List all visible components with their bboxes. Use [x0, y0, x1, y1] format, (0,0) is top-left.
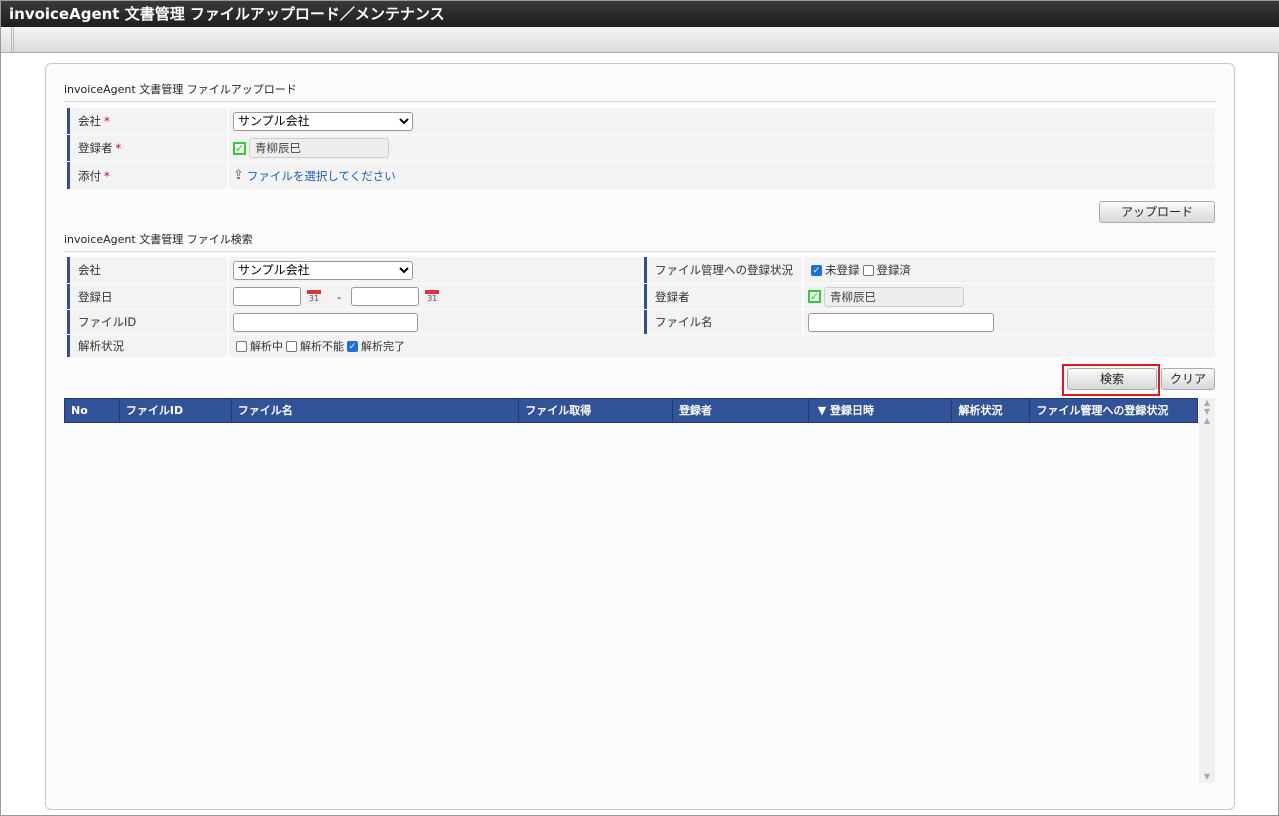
- clear-button[interactable]: クリア: [1161, 368, 1215, 390]
- check-icon[interactable]: ✓: [233, 141, 246, 155]
- upload-registrant-field: 青柳辰巳: [249, 138, 389, 158]
- search-registrant-cell: ✓ 青柳辰巳: [804, 284, 1215, 309]
- upload-attach-cell: ⇪ ファイルを選択してください: [229, 162, 1215, 189]
- checkbox-label: 解析完了: [361, 340, 405, 353]
- search-date-cell: 31 - 31: [229, 284, 641, 309]
- check-icon[interactable]: ✓: [808, 290, 821, 303]
- col-file-id[interactable]: ファイルID: [120, 399, 232, 422]
- label-text: 登録者: [78, 141, 113, 155]
- search-company-label: 会社: [67, 257, 227, 283]
- upload-registrant-label: 登録者 *: [67, 135, 227, 161]
- results-grid-header: No ファイルID ファイル名 ファイル取得 登録者 ▼ 登録日時 解析状況 フ…: [64, 398, 1198, 423]
- date-to-input[interactable]: [351, 287, 420, 306]
- required-mark: *: [104, 168, 110, 183]
- filename-input[interactable]: [808, 312, 994, 332]
- search-registrant-label: 登録者: [644, 284, 802, 309]
- search-registrant-field: 青柳辰巳: [824, 286, 964, 307]
- fileid-input[interactable]: [233, 312, 418, 332]
- upload-icon: ⇪: [233, 168, 244, 183]
- calendar-icon[interactable]: 31: [307, 289, 321, 304]
- calendar-icon[interactable]: 31: [425, 289, 440, 304]
- date-separator: -: [337, 289, 342, 304]
- upload-company-label: 会社 *: [67, 108, 227, 134]
- regstatus-label: ファイル管理への登録状況: [644, 257, 802, 283]
- fileid-label: ファイルID: [67, 310, 227, 334]
- search-company-cell: サンプル会社: [229, 257, 641, 283]
- window-title: invoiceAgent 文書管理 ファイルアップロード／メンテナンス: [1, 1, 1279, 27]
- scroll-down-icon[interactable]: ▼: [1199, 772, 1215, 781]
- analysis-in-progress-checkbox[interactable]: [236, 340, 247, 352]
- analysis-label: 解析状況: [67, 335, 227, 357]
- required-mark: *: [115, 141, 122, 155]
- regstatus-cell: ✓ 未登録 登録済: [804, 257, 1215, 283]
- toolbar: [1, 27, 1279, 53]
- checkbox-label: 未登録: [825, 263, 860, 277]
- search-company-select[interactable]: サンプル会社: [233, 260, 413, 280]
- col-no[interactable]: No: [65, 399, 120, 422]
- upload-company-cell: サンプル会社: [229, 108, 1215, 134]
- col-analysis-status[interactable]: 解析状況: [952, 399, 1031, 422]
- label-text: 添付: [78, 168, 101, 183]
- checkbox-label: 解析不能: [300, 340, 344, 353]
- upload-button[interactable]: アップロード: [1099, 201, 1215, 223]
- analysis-cell: 解析中 解析不能 ✓ 解析完了: [229, 335, 1215, 357]
- analysis-failed-checkbox[interactable]: [286, 340, 297, 352]
- upload-company-select[interactable]: サンプル会社: [233, 111, 413, 131]
- col-registrant[interactable]: 登録者: [673, 399, 809, 422]
- filename-label: ファイル名: [644, 310, 802, 334]
- select-file-link[interactable]: ファイルを選択してください: [247, 168, 396, 184]
- checkbox-label: 登録済: [876, 263, 912, 277]
- scroll-down-icon[interactable]: ▼: [1199, 407, 1215, 416]
- checkbox-label: 解析中: [250, 340, 283, 353]
- search-heading: invoiceAgent 文書管理 ファイル検索: [64, 231, 1215, 252]
- regstatus-unregistered-checkbox[interactable]: ✓: [811, 264, 822, 276]
- date-from-input[interactable]: [233, 287, 301, 306]
- analysis-complete-checkbox[interactable]: ✓: [347, 340, 358, 352]
- upload-attach-label: 添付 *: [67, 162, 227, 189]
- regstatus-registered-checkbox[interactable]: [862, 264, 874, 276]
- grid-scrollbar[interactable]: ▲ ▼ ▲ ▼: [1199, 398, 1215, 783]
- upload-registrant-cell: ✓ 青柳辰巳: [229, 135, 1215, 161]
- col-registration-status[interactable]: ファイル管理への登録状況: [1030, 399, 1197, 422]
- search-date-label: 登録日: [67, 284, 227, 309]
- toolbar-separator: [11, 27, 14, 53]
- search-button[interactable]: 検索: [1067, 368, 1157, 390]
- required-mark: *: [104, 114, 110, 128]
- col-file-name[interactable]: ファイル名: [232, 399, 520, 422]
- scroll-up-icon[interactable]: ▲: [1199, 398, 1215, 407]
- col-file-get[interactable]: ファイル取得: [519, 399, 673, 422]
- col-registered-at[interactable]: ▼ 登録日時: [809, 399, 953, 422]
- upload-heading: invoiceAgent 文書管理 ファイルアップロード: [64, 81, 1215, 102]
- scroll-up-icon[interactable]: ▲: [1199, 416, 1215, 425]
- filename-cell: [804, 310, 1215, 334]
- label-text: 会社: [78, 114, 101, 128]
- fileid-cell: [229, 310, 641, 334]
